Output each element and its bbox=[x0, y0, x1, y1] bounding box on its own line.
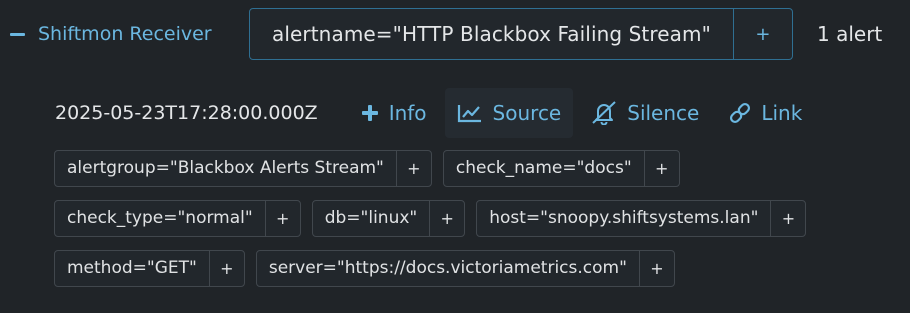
source-button[interactable]: Source bbox=[444, 88, 574, 138]
label-chip: db="linux" + bbox=[311, 200, 466, 237]
label-text[interactable]: check_name="docs" bbox=[444, 151, 644, 186]
label-chip: check_name="docs" + bbox=[442, 150, 680, 187]
info-button[interactable]: Info bbox=[349, 88, 439, 138]
label-text[interactable]: check_type="normal" bbox=[55, 201, 265, 236]
bell-slash-icon bbox=[592, 101, 616, 125]
receiver-name: Shiftmon Receiver bbox=[38, 23, 212, 45]
plus-icon bbox=[361, 105, 378, 121]
add-label-filter-button[interactable]: + bbox=[264, 201, 300, 236]
source-label: Source bbox=[492, 101, 562, 125]
label-row: alertgroup="Blackbox Alerts Stream" + ch… bbox=[54, 150, 817, 187]
alert-row: 2025-05-23T17:28:00.000Z Info Source Sil… bbox=[55, 88, 820, 138]
add-label-filter-button[interactable]: + bbox=[208, 251, 244, 286]
label-chip: method="GET" + bbox=[54, 250, 245, 287]
label-row: method="GET" + server="https://docs.vict… bbox=[54, 250, 817, 287]
link-label: Link bbox=[761, 101, 803, 125]
silence-label: Silence bbox=[627, 101, 700, 125]
label-chip: server="https://docs.victoriametrics.com… bbox=[255, 250, 675, 287]
label-row: check_type="normal" + db="linux" + host=… bbox=[54, 200, 817, 237]
group-label-filter: alertname="HTTP Blackbox Failing Stream"… bbox=[249, 8, 793, 60]
label-text[interactable]: host="snoopy.shiftsystems.lan" bbox=[477, 201, 770, 236]
alert-labels: alertgroup="Blackbox Alerts Stream" + ch… bbox=[54, 150, 817, 300]
group-label[interactable]: alertname="HTTP Blackbox Failing Stream" bbox=[250, 9, 733, 59]
collapse-receiver-button[interactable]: Shiftmon Receiver bbox=[10, 23, 240, 45]
label-chip: alertgroup="Blackbox Alerts Stream" + bbox=[54, 150, 432, 187]
link-icon bbox=[730, 102, 751, 124]
add-label-filter-button[interactable]: + bbox=[395, 151, 431, 186]
link-button[interactable]: Link bbox=[717, 88, 814, 138]
label-chip: host="snoopy.shiftsystems.lan" + bbox=[476, 200, 807, 237]
silence-button[interactable]: Silence bbox=[579, 88, 711, 138]
label-text[interactable]: method="GET" bbox=[55, 251, 209, 286]
label-chip: check_type="normal" + bbox=[54, 200, 301, 237]
chart-line-icon bbox=[457, 105, 481, 123]
receiver-header: Shiftmon Receiver bbox=[10, 8, 240, 60]
add-label-filter-button[interactable]: + bbox=[429, 201, 464, 236]
add-group-filter-button[interactable]: + bbox=[732, 9, 792, 59]
add-label-filter-button[interactable]: + bbox=[638, 251, 674, 286]
label-text[interactable]: server="https://docs.victoriametrics.com… bbox=[257, 251, 639, 286]
info-label: Info bbox=[388, 101, 427, 125]
add-label-filter-button[interactable]: + bbox=[770, 201, 805, 236]
add-label-filter-button[interactable]: + bbox=[643, 151, 679, 186]
minus-icon bbox=[10, 32, 25, 36]
alert-count: 1 alert bbox=[817, 22, 883, 46]
label-text[interactable]: alertgroup="Blackbox Alerts Stream" bbox=[55, 151, 396, 186]
alert-timestamp: 2025-05-23T17:28:00.000Z bbox=[55, 102, 318, 124]
label-text[interactable]: db="linux" bbox=[313, 201, 430, 236]
